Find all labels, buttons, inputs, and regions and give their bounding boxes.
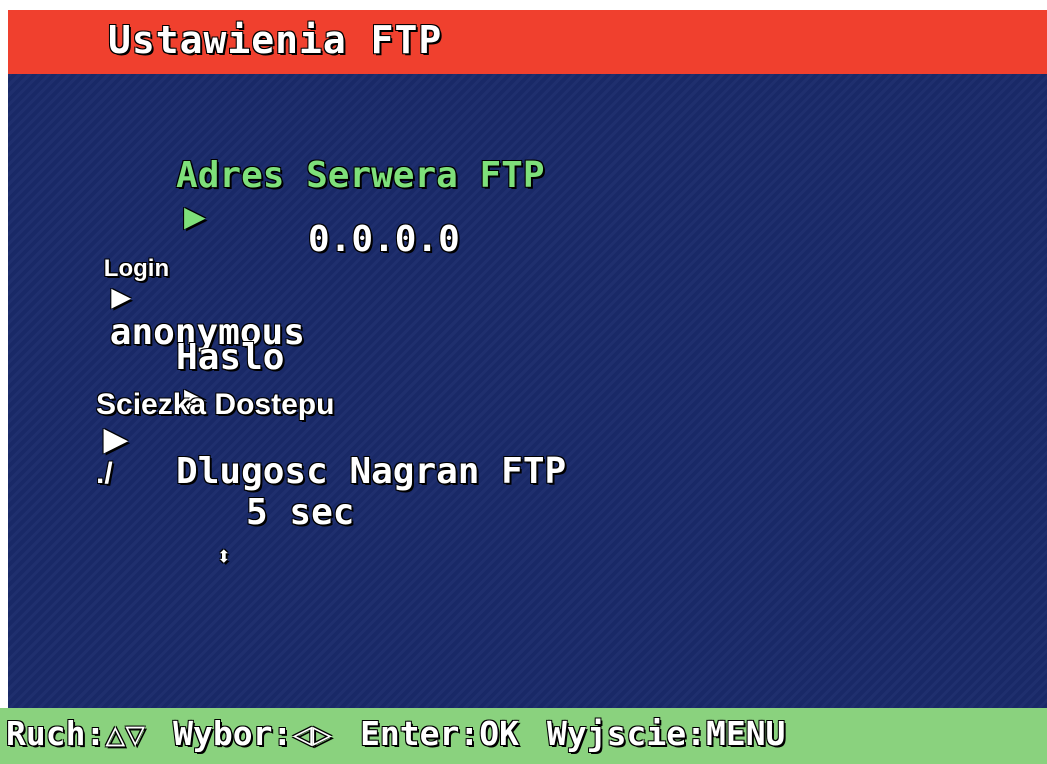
- recording-duration-value: 5 sec: [246, 492, 355, 533]
- select-label: Wybor:: [173, 714, 293, 753]
- settings-panel: Adres Serwera FTP ▶ 0.0.0.0 Login ▶ anon…: [8, 74, 1047, 708]
- up-down-icon[interactable]: ⬍: [216, 542, 232, 572]
- osd-screen: Ustawienia FTP Adres Serwera FTP ▶ 0.0.0…: [0, 0, 1047, 764]
- exit-label: Wyjscie:MENU: [547, 714, 786, 753]
- page-title: Ustawienia FTP: [108, 18, 443, 62]
- footer-text: Ruch:△▽ Wybor:◁▷ Enter:OK Wyjscie:MENU: [6, 714, 785, 753]
- move-label: Ruch:: [6, 714, 106, 753]
- up-down-arrows-icon: △▽: [105, 714, 146, 753]
- enter-label: Enter:OK: [360, 714, 520, 753]
- left-right-arrows-icon: ◁▷: [292, 714, 333, 753]
- menu-item-recording-duration[interactable]: Dlugosc Nagran FTP 5 sec ⬍: [46, 410, 566, 615]
- recording-duration-label: Dlugosc Nagran FTP: [176, 451, 567, 492]
- title-bar: Ustawienia FTP: [8, 10, 1047, 74]
- footer-help-bar: Ruch:△▽ Wybor:◁▷ Enter:OK Wyjscie:MENU: [0, 708, 1047, 764]
- server-address-text: 0.0.0.0: [308, 219, 460, 260]
- login-label: Login: [103, 255, 170, 282]
